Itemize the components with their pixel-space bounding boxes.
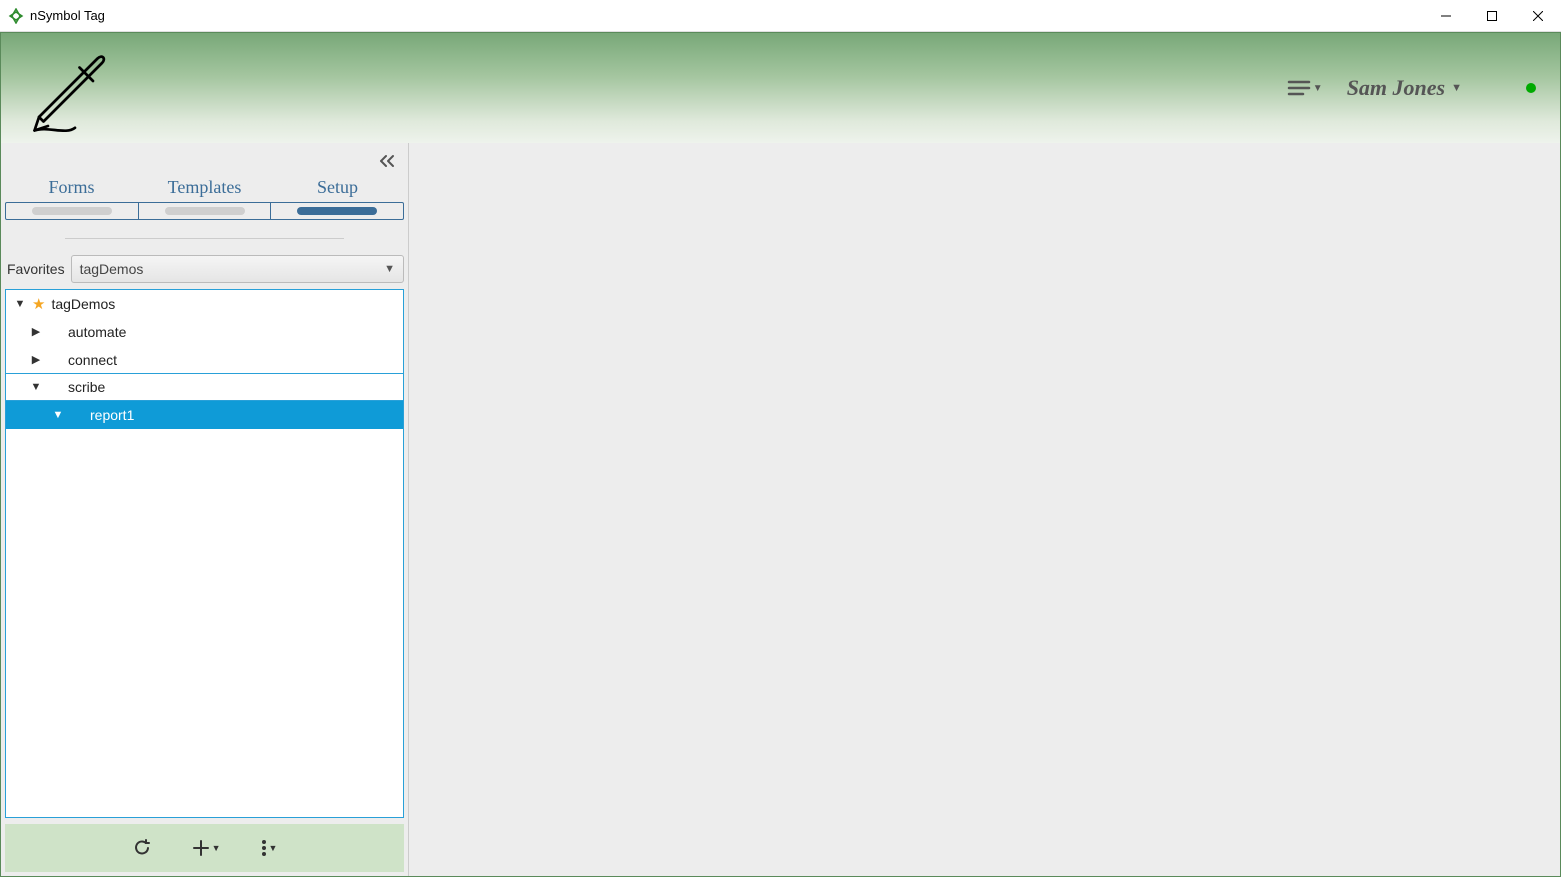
collapse-sidebar-button[interactable] [378,154,396,168]
tab-templates[interactable]: Templates [138,175,271,200]
tree-label: automate [68,324,126,340]
sidebar-tab-labels: Forms Templates Setup [5,175,404,200]
content-area: Forms Templates Setup Favorites tagDemos… [1,143,1560,876]
window-minimize-button[interactable] [1423,0,1469,32]
tab-setup[interactable]: Setup [271,175,404,200]
tree-item-automate[interactable]: ▶ automate [6,318,403,346]
favorites-select[interactable]: tagDemos ▼ [71,255,404,283]
expand-arrow-icon[interactable]: ▶ [30,325,42,338]
tree-item-report1[interactable]: ▼ report1 [6,401,403,429]
app-icon [8,8,24,24]
refresh-button[interactable] [132,838,152,858]
divider [65,238,344,239]
expand-arrow-icon[interactable]: ▶ [30,353,42,366]
window-close-button[interactable] [1515,0,1561,32]
add-button[interactable]: ▼ [192,839,221,857]
chevron-down-icon: ▼ [384,263,395,275]
chevron-down-icon: ▼ [212,843,221,853]
titlebar: nSymbol Tag [0,0,1561,32]
window-title: nSymbol Tag [30,8,105,23]
favorites-label: Favorites [5,261,65,277]
tree-label: scribe [68,379,105,395]
app-header: ▼ Sam Jones ▼ [1,33,1560,143]
collapse-arrow-icon[interactable]: ▼ [52,409,64,421]
tree-item-scribe[interactable]: ▼ scribe [6,373,403,401]
favorites-selected-value: tagDemos [80,261,144,277]
sidebar-tab-pills [5,202,404,220]
sidebar-bottom-toolbar: ▼ ▼ [5,824,404,872]
window-frame: ▼ Sam Jones ▼ Forms Templates Setup [0,32,1561,877]
star-icon: ★ [32,295,45,313]
user-name: Sam Jones [1347,75,1445,101]
tab-forms[interactable]: Forms [5,175,138,200]
tree-root[interactable]: ▼ ★ tagDemos [6,290,403,318]
tab-pill-forms[interactable] [6,203,139,219]
main-content-area [409,143,1560,876]
tab-pill-templates[interactable] [139,203,272,219]
pencil-logo-icon [21,45,111,135]
tab-pill-setup[interactable] [271,203,403,219]
collapse-arrow-icon[interactable]: ▼ [30,381,42,393]
status-indicator-icon [1526,83,1536,93]
tree-view[interactable]: ▼ ★ tagDemos ▶ automate ▶ connect ▼ [5,289,404,818]
tree-label: report1 [90,407,134,423]
chevron-down-icon: ▼ [1451,82,1462,94]
window-maximize-button[interactable] [1469,0,1515,32]
tree-item-connect[interactable]: ▶ connect [6,346,403,374]
user-dropdown[interactable]: Sam Jones ▼ [1347,75,1462,101]
collapse-arrow-icon[interactable]: ▼ [14,298,26,310]
chevron-down-icon: ▼ [1313,83,1323,94]
sidebar: Forms Templates Setup Favorites tagDemos… [1,143,409,876]
tree-label: tagDemos [51,296,115,312]
chevron-down-icon: ▼ [269,843,278,853]
more-options-button[interactable]: ▼ [261,839,278,857]
hamburger-menu-button[interactable]: ▼ [1287,80,1323,96]
tree-label: connect [68,352,117,368]
